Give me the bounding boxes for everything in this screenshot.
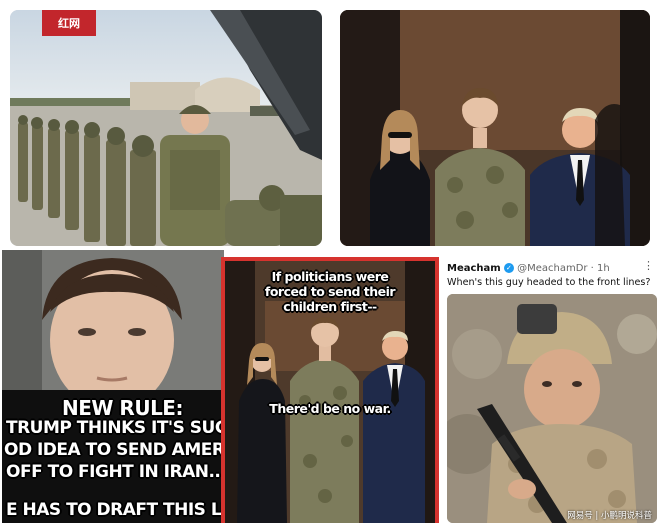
meme-caption-bottom: There'd be no war.	[269, 401, 391, 416]
panel-new-rule-meme: NEW RULE: TRUMP THINKS IT'S SUCH OD IDEA…	[2, 250, 224, 523]
church-photo	[340, 10, 650, 246]
news-logo: 红网	[42, 10, 96, 36]
meme-caption-top: If politicians were forced to send their…	[264, 269, 396, 314]
tweet-text: When's this guy headed to the front line…	[447, 277, 651, 288]
tweet-author-name[interactable]: Meacham	[447, 263, 501, 274]
news-logo-text: 红网	[58, 17, 80, 30]
meme-line-2: TRUMP THINKS IT'S SUCH	[6, 418, 224, 438]
panel-family-church	[340, 10, 650, 246]
verified-badge-icon: ✓	[503, 263, 514, 273]
meme-line-5: E HAS TO DRAFT THIS LITT	[6, 500, 224, 520]
tweet-header: Meacham ✓ @MeachamDr · 1h	[447, 263, 655, 274]
watermark: 网易号 | 小鹏明说科普	[567, 511, 652, 521]
meme-photo-frame: If politicians were forced to send their…	[225, 261, 435, 523]
ellipsis-icon[interactable]: ⋮	[643, 259, 654, 272]
soldier-portrait-photo	[447, 294, 657, 523]
meme-line-4: OFF TO FIGHT IN IRAN...	[6, 462, 224, 482]
meme-line-1: NEW RULE:	[62, 396, 183, 420]
meme-line-3: OD IDEA TO SEND AMERICA	[4, 440, 224, 460]
tweet-author-handle[interactable]: @MeachamDr · 1h	[517, 263, 610, 274]
tweet-image[interactable]	[447, 294, 657, 523]
panel-tweet: Meacham ✓ @MeachamDr · 1h ⋮ When's this …	[443, 257, 658, 523]
panel-soldiers-airfield: 红网	[10, 10, 322, 246]
panel-politicians-meme: If politicians were forced to send their…	[221, 257, 439, 523]
airfield-photo	[10, 10, 322, 246]
